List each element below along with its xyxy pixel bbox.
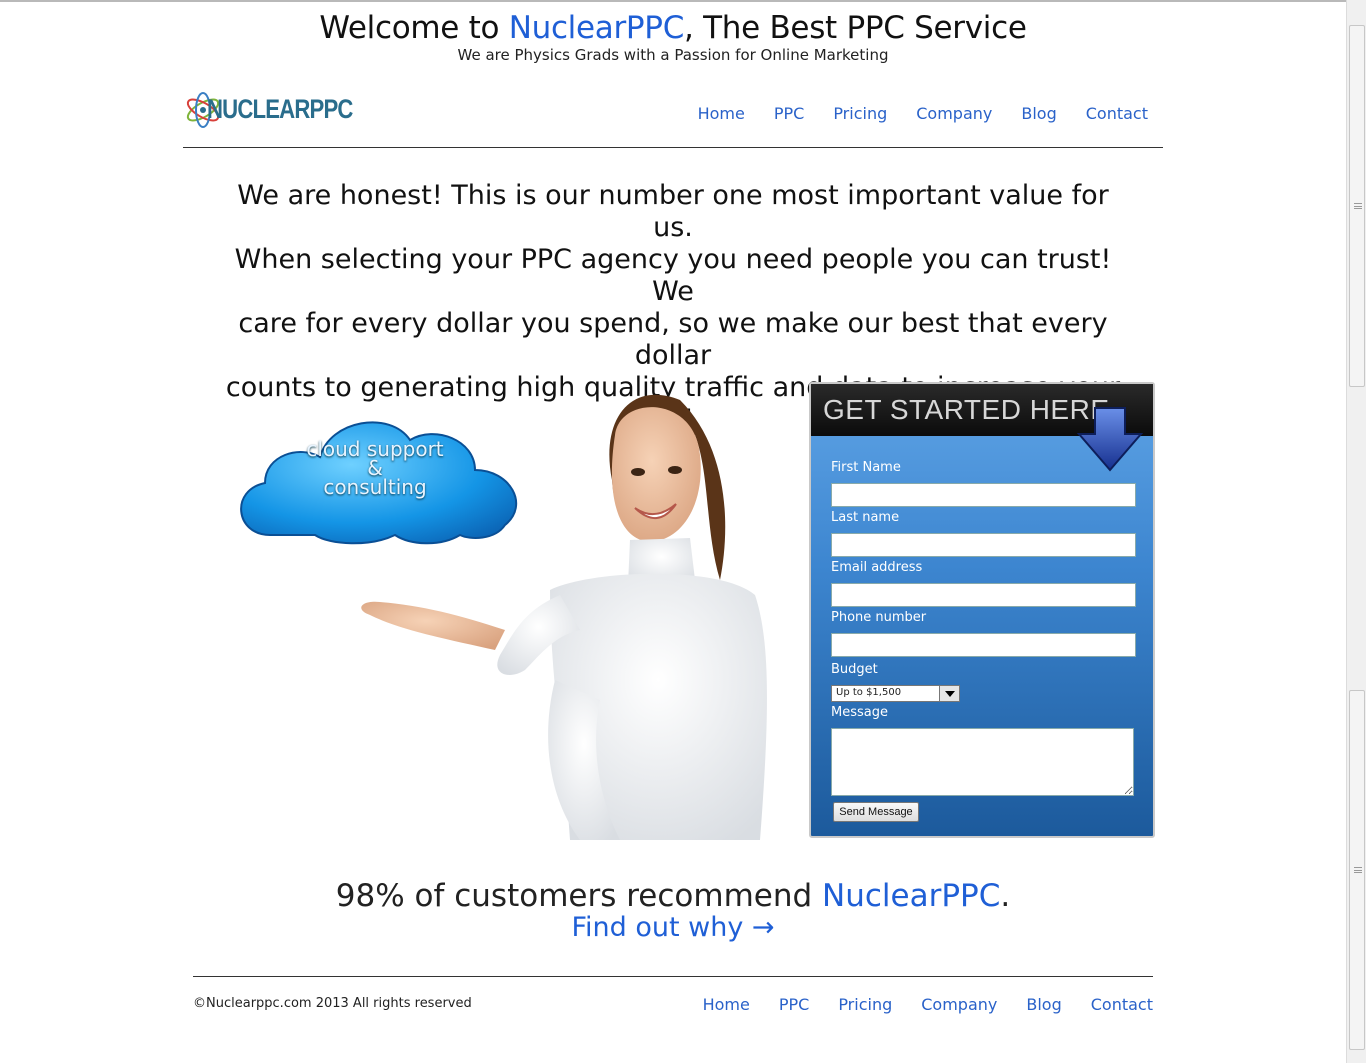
page-title: Welcome to NuclearPPC, The Best PPC Serv… [319,10,1027,46]
scrollbar[interactable] [1346,0,1366,1063]
arrow-down-icon [1077,407,1143,472]
main-nav: Home PPC Pricing Company Blog Contact [669,104,1148,123]
site-header: Welcome to NuclearPPC, The Best PPC Serv… [0,10,1346,64]
footer-divider [193,976,1153,977]
last-name-input[interactable] [831,533,1136,557]
chevron-down-icon[interactable] [939,686,959,701]
email-label: Email address [831,560,923,575]
nav-ppc[interactable]: PPC [774,104,804,123]
cloud-caption: cloud support & consulting [306,437,444,499]
contact-form: GET STARTED HERE First Name Last name Em… [809,382,1155,838]
brand-name: NuclearPPC [508,10,685,46]
footer-nav-pricing[interactable]: Pricing [838,995,892,1014]
budget-select[interactable]: Up to $1,500 [831,685,960,702]
grip-icon [1354,203,1362,209]
nav-company[interactable]: Company [916,104,992,123]
intro-line: care for every dollar you spend, so we m… [238,308,1108,371]
first-name-label: First Name [831,460,901,475]
header-divider [183,147,1163,148]
intro-line: We are honest! This is our number one mo… [237,180,1109,243]
tagline: We are Physics Grads with a Passion for … [457,46,889,64]
footer-nav-ppc[interactable]: PPC [779,995,809,1014]
message-textarea[interactable] [831,728,1134,796]
first-name-input[interactable] [831,483,1136,507]
phone-input[interactable] [831,633,1136,657]
nav-blog[interactable]: Blog [1021,104,1056,123]
footer-nav-company[interactable]: Company [921,995,997,1014]
find-out-why-link[interactable]: Find out why → [0,912,1346,943]
logo-text: NUCLEARPPC [207,94,353,124]
scrollbar-thumb-top[interactable] [1349,25,1365,387]
send-message-button[interactable]: Send Message [833,802,919,822]
message-label: Message [831,705,888,720]
scrollbar-thumb-bottom[interactable] [1349,690,1365,1050]
footer-nav: Home PPC Pricing Company Blog Contact [674,995,1153,1014]
grip-icon [1354,867,1362,873]
copyright: ©Nuclearppc.com 2013 All rights reserved [193,996,472,1011]
footer-nav-contact[interactable]: Contact [1091,995,1153,1014]
footer-nav-home[interactable]: Home [703,995,750,1014]
budget-label: Budget [831,662,878,677]
email-input[interactable] [831,583,1136,607]
nav-contact[interactable]: Contact [1086,104,1148,123]
logo[interactable]: NUCLEARPPC [183,88,353,132]
nav-home[interactable]: Home [698,104,745,123]
recommend-brand: NuclearPPC [822,878,1001,914]
hero-illustration: cloud support & consulting [220,380,800,840]
budget-selected-value: Up to $1,500 [836,687,902,698]
form-title: GET STARTED HERE [823,394,1110,425]
top-border [0,0,1346,2]
intro-line: When selecting your PPC agency you need … [234,244,1112,307]
phone-label: Phone number [831,610,927,625]
footer-nav-blog[interactable]: Blog [1026,995,1061,1014]
nav-pricing[interactable]: Pricing [833,104,887,123]
recommend-text: 98% of customers recommend NuclearPPC. [335,878,1011,914]
last-name-label: Last name [831,510,900,525]
